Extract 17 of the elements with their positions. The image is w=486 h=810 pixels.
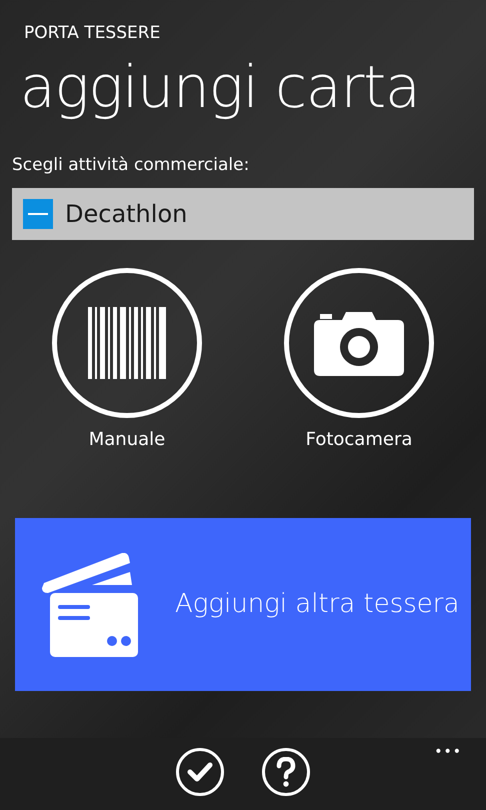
app-title: PORTA TESSERE <box>24 23 160 43</box>
confirm-button[interactable] <box>176 748 224 796</box>
option-label: Fotocamera <box>306 428 412 452</box>
store-dropdown[interactable]: Decathlon <box>12 188 474 240</box>
help-button[interactable] <box>262 748 310 796</box>
barcode-button[interactable] <box>52 268 202 418</box>
camera-button[interactable] <box>284 268 434 418</box>
help-icon <box>276 757 296 787</box>
add-card-tile[interactable]: Aggiungi altra tessera <box>15 518 471 691</box>
more-button[interactable]: ••• <box>434 742 462 762</box>
barcode-icon <box>88 307 166 379</box>
page-title: aggiungi carta <box>20 53 420 121</box>
field-label: Scegli attività commerciale: <box>12 155 250 175</box>
camera-icon <box>314 310 404 376</box>
store-logo-icon <box>23 199 53 229</box>
checkmark-icon <box>187 761 213 783</box>
option-label: Manuale <box>88 428 166 452</box>
